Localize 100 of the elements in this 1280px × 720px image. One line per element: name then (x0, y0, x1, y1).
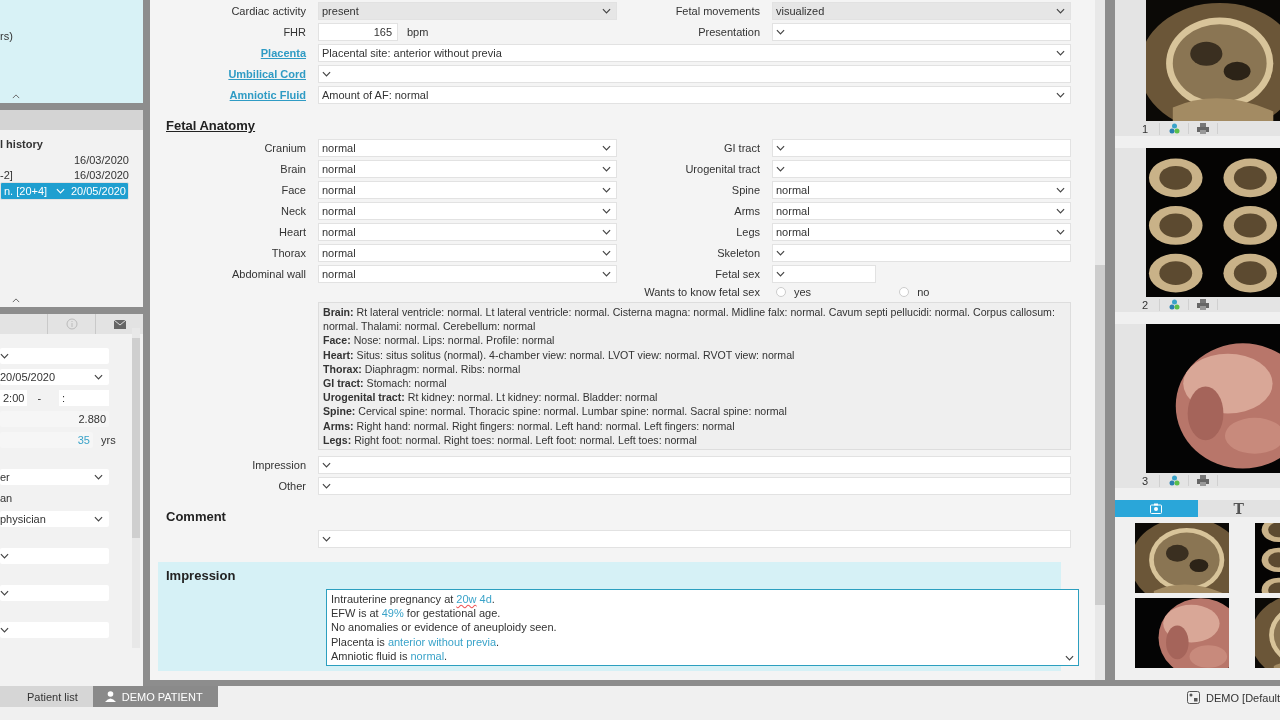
radio-label[interactable]: no (917, 286, 930, 298)
printer-icon[interactable] (1197, 123, 1209, 134)
chevron-icon (602, 145, 611, 151)
dropdown[interactable] (0, 585, 109, 601)
field-label: Abdominal wall (231, 268, 306, 280)
field-label: Heart (278, 226, 306, 238)
bottom-tab[interactable]: Patient list (0, 686, 93, 707)
camera-icon (1150, 503, 1163, 514)
chevron-icon (1056, 8, 1065, 14)
field-label: GI tract (722, 142, 760, 154)
unit-label: yrs (101, 434, 117, 446)
section-heading: Comment (166, 509, 227, 525)
chevron-icon (776, 145, 785, 151)
chevron-icon (602, 271, 611, 277)
chevron-icon (322, 462, 331, 469)
chevron-icon (602, 166, 611, 172)
dropdown[interactable] (318, 477, 1071, 496)
chevron-icon (1056, 50, 1065, 56)
dropdown[interactable]: er (0, 469, 109, 485)
dropdown[interactable]: normal (318, 244, 617, 262)
dropdown[interactable]: physician (0, 511, 109, 527)
field-label: Urogenital tract (684, 163, 760, 175)
mail-icon[interactable] (113, 319, 126, 329)
impression-text-area[interactable]: Intrauterine pregnancy at 20w 4d. EFW is at 49% for gestational age. No anomalies or evidence of aneuploidy seen. Placenta is anterior without previa. Amniotic fluid is normal. (326, 589, 1079, 667)
chevron-icon (602, 208, 611, 214)
printer-icon[interactable] (1197, 299, 1209, 310)
dropdown[interactable]: 20/05/2020 (0, 369, 109, 385)
field-label: Spine (730, 184, 760, 196)
time-field[interactable]: 2:00 (0, 390, 28, 406)
dropdown[interactable]: Placental site: anterior without previa (318, 44, 1071, 62)
image-number: 2 (1131, 298, 1160, 311)
separator-label: - (37, 392, 42, 404)
history-item[interactable]: 16/03/2020 (0, 152, 143, 167)
field-label: Arms (733, 205, 760, 217)
summary-line: Brain: Rt lateral ventricle: normal. Lt lateral ventricle: normal. Cisterna magna: normal. Midline falx: normal. Cavum septi pellucidi: normal. Corpus callosum: normal. Thalami: normal. Cerebellum: normal (323, 305, 1056, 334)
collapse-icon[interactable] (12, 94, 20, 99)
chevron-icon (0, 590, 9, 596)
radio-button[interactable] (899, 287, 910, 297)
dropdown[interactable] (772, 160, 1071, 178)
summary-line: Legs: Right foot: normal. Right toes: normal. Left foot: normal. Left toes: normal (323, 432, 698, 448)
field-label: Skeleton (716, 247, 760, 259)
collapse-icon[interactable] (12, 298, 20, 303)
time-field[interactable]: : (59, 390, 109, 406)
dropdown[interactable]: normal (318, 181, 617, 199)
dropdown[interactable] (0, 548, 109, 564)
chevron-icon (602, 8, 611, 14)
dropdown[interactable] (318, 456, 1071, 475)
dropdown[interactable] (772, 139, 1071, 157)
summary-line: Urogenital tract: Rt kidney: normal. Lt kidney: normal. Bladder: normal (323, 390, 659, 405)
chevron-icon (322, 483, 331, 490)
dropdown[interactable]: Amount of AF: normal (318, 86, 1071, 104)
dropdown[interactable]: normal (318, 265, 617, 283)
image-number: 1 (1131, 122, 1160, 135)
dropdown[interactable]: normal (318, 139, 617, 157)
scrollbar[interactable] (132, 328, 140, 648)
chevron-icon (776, 271, 785, 277)
chevron-icon (1056, 229, 1065, 235)
dropdown[interactable]: normal (318, 223, 617, 241)
field-label: Fetal movements (674, 5, 760, 17)
chevron-icon (0, 353, 9, 359)
field-label: Face (280, 184, 306, 196)
info-icon[interactable] (65, 318, 78, 330)
chevron-icon (94, 374, 103, 380)
dropdown[interactable] (0, 622, 109, 638)
value-field[interactable]: 2.880 (0, 411, 109, 427)
summary-line: Thorax: Diaphragm: normal. Ribs: normal (323, 361, 522, 376)
dropdown[interactable] (772, 244, 1071, 262)
summary-line: Heart: Situs: situs solitus (normal). 4-chamber view: normal. LVOT view: normal. RVOT view: normal (323, 347, 796, 362)
dropdown[interactable]: normal (772, 181, 1071, 199)
dropdown[interactable]: normal (318, 202, 617, 220)
color-dots-icon[interactable] (1168, 123, 1180, 134)
radio-button[interactable] (776, 287, 786, 297)
scrollbar[interactable] (1095, 0, 1105, 680)
chevron-icon (776, 166, 785, 172)
dropdown[interactable]: normal (772, 202, 1071, 220)
printer-icon[interactable] (1197, 475, 1209, 486)
dropdown[interactable] (318, 530, 1071, 549)
text-tab[interactable]: T (1197, 500, 1280, 517)
chevron-icon (0, 627, 9, 633)
summary-line: Face: Nose: normal. Lips: normal. Profile: normal (323, 333, 556, 348)
radio-label[interactable]: yes (794, 286, 812, 298)
dropdown[interactable] (318, 65, 1071, 83)
summary-line: Arms: Right hand: normal. Right fingers: normal. Left hand: normal. Left fingers: normal (323, 418, 736, 433)
camera-tab[interactable] (1115, 500, 1198, 517)
dropdown[interactable] (772, 23, 1071, 41)
color-dots-icon[interactable] (1168, 299, 1180, 310)
field-label: Impression (251, 459, 306, 472)
color-dots-icon[interactable] (1168, 475, 1180, 486)
dropdown[interactable]: normal (772, 223, 1071, 241)
dropdown[interactable] (0, 348, 109, 364)
chevron-icon (776, 250, 785, 256)
input-field[interactable]: 165 (318, 23, 398, 41)
history-item[interactable]: -2] 16/03/2020 (0, 167, 143, 182)
summary-line: GI tract: Stomach: normal (323, 376, 448, 391)
chevron-icon (602, 229, 611, 235)
field-label: Legs (735, 226, 760, 238)
dropdown[interactable]: normal (318, 160, 617, 178)
info-text: rs) (0, 30, 13, 42)
dropdown[interactable] (772, 265, 876, 283)
database-icon (1187, 691, 1201, 704)
